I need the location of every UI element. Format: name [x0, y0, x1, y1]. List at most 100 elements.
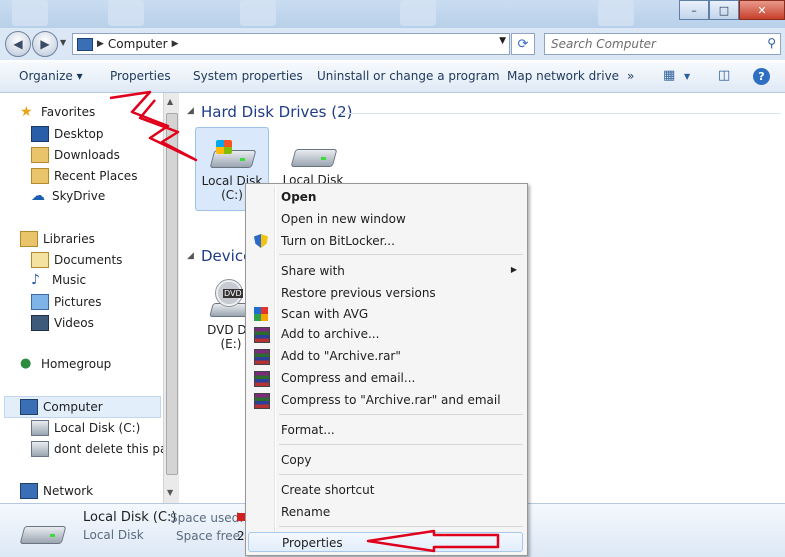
group-divider — [341, 113, 781, 114]
forward-arrow-icon: ▶ — [40, 37, 50, 51]
refresh-icon: ⟳ — [517, 36, 529, 52]
nav-skydrive-label: SkyDrive — [52, 189, 106, 203]
menu-add-to-archive[interactable]: Add to archive... — [248, 324, 523, 344]
recent-pages-dropdown-icon[interactable]: ▼ — [60, 38, 66, 47]
back-arrow-icon: ◀ — [13, 37, 23, 51]
menu-compress-email-label: Compress and email... — [281, 371, 416, 385]
windows-drive-icon — [209, 140, 257, 170]
menu-restore-label: Restore previous versions — [281, 286, 436, 300]
music-icon: ♪ — [31, 272, 40, 288]
menu-properties[interactable]: Properties — [248, 532, 523, 552]
nav-favorites-label: Favorites — [41, 105, 96, 119]
scroll-down-icon[interactable]: ▼ — [167, 488, 173, 497]
menu-format[interactable]: Format... — [248, 420, 523, 440]
minimize-button[interactable]: – — [679, 0, 709, 20]
breadcrumb-separator-icon[interactable]: ▶ — [97, 39, 104, 49]
system-properties-command[interactable]: System properties — [193, 69, 303, 83]
nav-desktop[interactable]: Desktop — [31, 126, 104, 142]
nav-local-disk-c[interactable]: Local Disk (C:) — [31, 420, 140, 436]
menu-open-label: Open — [281, 190, 317, 204]
preview-pane-icon[interactable]: ◫ — [718, 68, 730, 83]
organize-menu[interactable]: Organize ▾ — [19, 69, 83, 83]
menu-restore-previous[interactable]: Restore previous versions — [248, 283, 523, 303]
more-commands-chevron[interactable]: » — [627, 69, 634, 83]
title-bar: – □ ✕ — [0, 0, 785, 28]
menu-open[interactable]: Open — [248, 187, 523, 207]
menu-create-shortcut-label: Create shortcut — [281, 483, 375, 497]
menu-rename[interactable]: Rename — [248, 502, 523, 522]
menu-create-shortcut[interactable]: Create shortcut — [248, 480, 523, 500]
drive-second-partition[interactable]: Local Disk — [277, 127, 349, 187]
menu-add-to-rar[interactable]: Add to "Archive.rar" — [248, 346, 523, 366]
search-icon[interactable]: ⚲ — [767, 36, 776, 50]
menu-scan-avg[interactable]: Scan with AVG — [248, 304, 523, 324]
nav-videos[interactable]: Videos — [31, 315, 94, 331]
nav-homegroup-label: Homegroup — [41, 357, 112, 371]
recent-places-icon — [31, 168, 49, 184]
back-button[interactable]: ◀ — [5, 31, 31, 57]
close-button[interactable]: ✕ — [739, 0, 785, 20]
address-bar[interactable]: ▶ Computer ▶ ▼ — [72, 33, 510, 55]
nav-pictures[interactable]: Pictures — [31, 294, 102, 310]
collapse-group-icon[interactable]: ◢ — [187, 251, 194, 261]
breadcrumb-computer[interactable]: Computer — [108, 37, 168, 51]
view-dropdown-icon[interactable]: ▼ — [684, 72, 690, 81]
nav-scrollbar[interactable]: ▲ ▼ — [163, 93, 179, 503]
forward-button[interactable]: ▶ — [32, 31, 58, 57]
scrollbar-thumb[interactable] — [166, 113, 178, 475]
computer-icon — [77, 37, 93, 51]
menu-share-with-label: Share with — [281, 264, 345, 278]
nav-recent-places[interactable]: Recent Places — [31, 168, 137, 184]
menu-compress-email[interactable]: Compress and email... — [248, 368, 523, 388]
nav-downloads[interactable]: Downloads — [31, 147, 120, 163]
documents-icon — [31, 252, 49, 268]
nav-downloads-label: Downloads — [54, 148, 120, 162]
address-dropdown-icon[interactable]: ▼ — [499, 36, 506, 46]
drive-icon — [31, 420, 49, 436]
change-view-icon[interactable]: ▦ — [663, 68, 675, 83]
collapse-group-icon[interactable]: ◢ — [187, 106, 194, 116]
winrar-icon — [254, 393, 270, 409]
nav-skydrive[interactable]: ☁ SkyDrive — [31, 189, 105, 203]
menu-copy[interactable]: Copy — [248, 450, 523, 470]
menu-bitlocker[interactable]: Turn on BitLocker... — [248, 231, 523, 251]
command-bar: Organize ▾ Properties System properties … — [0, 62, 785, 93]
nav-documents[interactable]: Documents — [31, 252, 122, 268]
downloads-folder-icon — [31, 147, 49, 163]
libraries-icon — [20, 231, 38, 247]
help-icon[interactable]: ? — [753, 68, 770, 85]
menu-compress-rar-email[interactable]: Compress to "Archive.rar" and email — [248, 390, 523, 410]
hard-disk-group-title[interactable]: Hard Disk Drives (2) — [201, 103, 352, 121]
uninstall-program-command[interactable]: Uninstall or change a program — [317, 69, 500, 83]
nav-music[interactable]: ♪ Music — [31, 273, 86, 287]
menu-scan-avg-label: Scan with AVG — [281, 307, 369, 321]
hard-drive-icon — [290, 139, 338, 169]
nav-libraries[interactable]: Libraries — [20, 231, 95, 247]
nav-favorites[interactable]: ★ Favorites — [20, 105, 95, 119]
menu-share-with[interactable]: Share with ▶ — [248, 261, 523, 281]
search-placeholder: Search Computer — [551, 37, 656, 51]
nav-computer-label: Computer — [43, 400, 103, 414]
nav-homegroup[interactable]: ● Homegroup — [20, 357, 112, 372]
star-icon: ★ — [20, 104, 33, 120]
maximize-button[interactable]: □ — [709, 0, 739, 20]
map-network-drive-command[interactable]: Map network drive — [507, 69, 619, 83]
scroll-up-icon[interactable]: ▲ — [167, 97, 173, 106]
nav-network[interactable]: Network — [20, 483, 93, 499]
menu-add-rar-label: Add to "Archive.rar" — [281, 349, 401, 363]
nav-music-label: Music — [52, 273, 87, 287]
nav-local-disk-c-label: Local Disk (C:) — [54, 421, 141, 435]
properties-command[interactable]: Properties — [110, 69, 171, 83]
search-input[interactable]: Search Computer ⚲ — [544, 33, 781, 55]
drive-icon — [31, 441, 49, 457]
nav-computer[interactable]: Computer — [20, 399, 103, 415]
desktop-icon — [31, 126, 49, 142]
nav-recent-places-label: Recent Places — [54, 169, 138, 183]
address-row: ◀ ▶ ▼ ▶ Computer ▶ ▼ ⟳ Search Computer ⚲ — [0, 28, 785, 60]
breadcrumb-separator-icon[interactable]: ▶ — [172, 39, 179, 49]
winrar-icon — [254, 327, 270, 343]
refresh-button[interactable]: ⟳ — [511, 33, 535, 55]
menu-open-new-window[interactable]: Open in new window — [248, 209, 523, 229]
nav-dont-delete-partition[interactable]: dont delete this parti — [31, 441, 180, 457]
dvd-disc-label: DVD — [223, 289, 243, 298]
